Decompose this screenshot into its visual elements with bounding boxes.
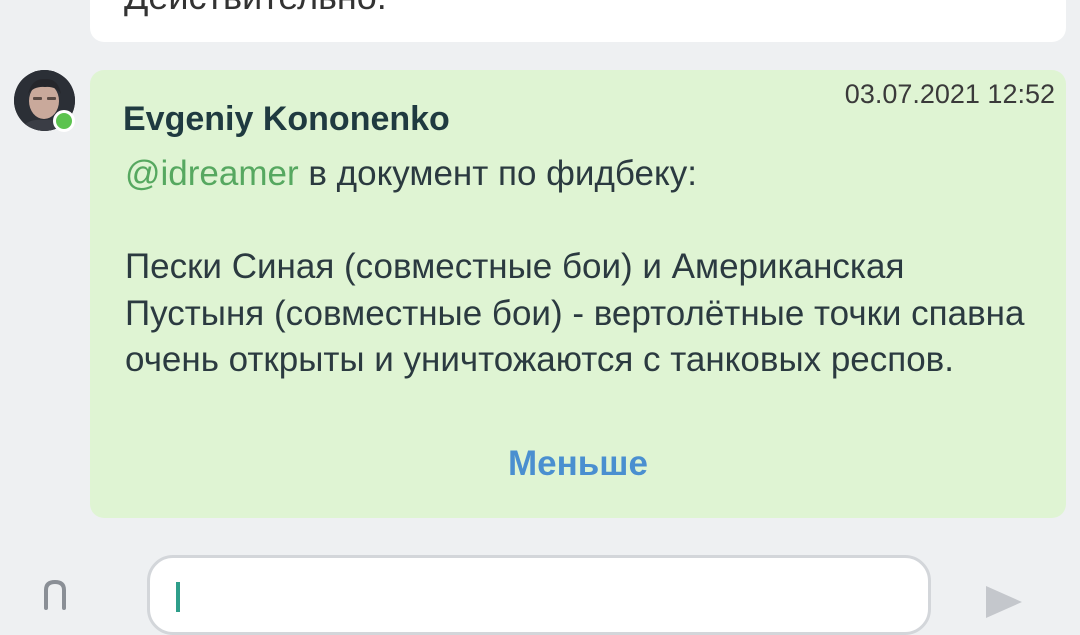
message-bubble: 03.07.2021 12:52 Evgeniy Kononenko @idre… — [90, 70, 1066, 518]
previous-message-text: Действительно. — [124, 0, 387, 18]
previous-message-bubble: Действительно. — [90, 0, 1066, 42]
message-timestamp: 03.07.2021 12:52 — [844, 79, 1055, 109]
message-first-line: @idreamer в документ по фидбеку: — [125, 151, 1025, 198]
send-icon[interactable] — [982, 580, 1026, 620]
collapse-message-button[interactable]: Меньше — [90, 444, 1066, 484]
message-text: @idreamer в документ по фидбеку: Пески С… — [125, 151, 1025, 384]
message-body: Пески Синая (совместные бои) и Американс… — [125, 247, 1025, 379]
online-status-dot — [53, 110, 75, 132]
message-first-line-text: в документ по фидбеку: — [298, 154, 697, 193]
message-author[interactable]: Evgeniy Kononenko — [123, 100, 450, 139]
text-cursor — [176, 582, 180, 612]
mention-link[interactable]: @idreamer — [125, 154, 299, 193]
message-input[interactable] — [147, 555, 931, 635]
paperclip-icon[interactable] — [40, 578, 70, 618]
